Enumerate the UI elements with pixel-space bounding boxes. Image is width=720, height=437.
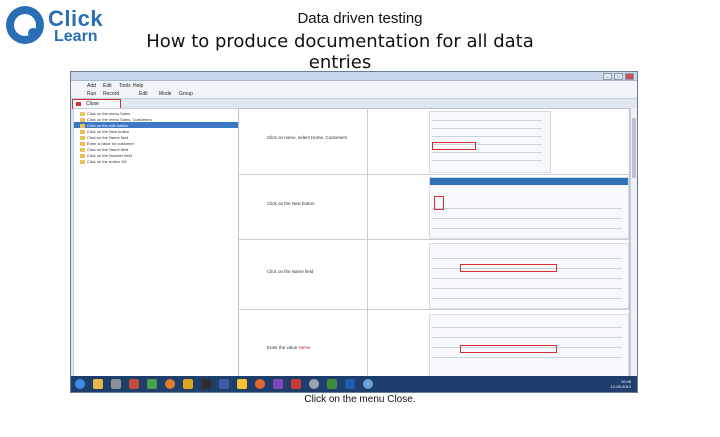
minimize-icon[interactable]: – <box>603 73 612 80</box>
close-menu-label: Close <box>86 101 99 107</box>
tree-item-selected[interactable]: Click on the edit button <box>80 123 128 128</box>
app-icon[interactable] <box>111 379 121 389</box>
app-icon[interactable] <box>129 379 139 389</box>
toolbar-group[interactable]: Group <box>179 91 193 97</box>
start-button-icon[interactable] <box>75 379 85 389</box>
app-icon[interactable] <box>147 379 157 389</box>
highlight-box <box>460 345 557 353</box>
toolbar-mode[interactable]: Mode <box>159 91 172 97</box>
app-icon[interactable] <box>219 379 229 389</box>
application-screenshot: – □ Add Edit Tools Help Run Record Edit … <box>70 71 638 393</box>
menu-item-tools[interactable]: Tools <box>119 83 131 89</box>
step-caption: Click on the menu Close. <box>304 394 416 405</box>
explorer-icon[interactable] <box>93 379 103 389</box>
excel-icon[interactable] <box>327 379 337 389</box>
app-icon[interactable] <box>255 379 265 389</box>
doc-screenshot-menu <box>429 111 551 173</box>
menu-item-help[interactable]: Help <box>133 83 143 89</box>
tree-item[interactable]: Click on the New button <box>80 129 129 134</box>
row-divider <box>239 239 629 240</box>
highlight-box <box>432 142 476 150</box>
tree-item[interactable]: Click on the menu Sales, Customers <box>80 117 152 122</box>
tree-item[interactable]: Enter a value for customer <box>80 141 134 146</box>
row-divider <box>239 174 629 175</box>
row-divider <box>239 309 629 310</box>
window-titlebar: – □ <box>71 72 637 81</box>
doc-screenshot-ribbon <box>429 177 629 239</box>
toolbar-edit[interactable]: Edit <box>139 91 148 97</box>
doc-screenshot-entry <box>429 314 629 384</box>
tree-item[interactable]: Click on the menu Sales <box>80 111 130 116</box>
menu-bar: Add Edit Tools Help Run Record Edit Mode… <box>71 81 637 99</box>
app-icon[interactable] <box>345 379 355 389</box>
tree-item[interactable]: Click on the Name field <box>80 147 128 152</box>
tree-item[interactable]: Click on the button OK <box>80 159 127 164</box>
windows-taskbar: 10:45 12-05-2014 <box>71 376 637 392</box>
doc-step-text: Enter the value Name <box>267 345 311 350</box>
app-icon[interactable] <box>363 379 373 389</box>
close-icon <box>76 102 81 106</box>
app-icon[interactable] <box>201 379 211 389</box>
vertical-scrollbar[interactable] <box>630 108 637 383</box>
close-window-icon[interactable] <box>625 73 634 80</box>
slide-title: How to produce documentation for all dat… <box>146 31 534 73</box>
app-icon[interactable] <box>183 379 193 389</box>
toolbar-record[interactable]: Record <box>103 91 119 97</box>
menu-item-edit[interactable]: Edit <box>103 83 112 89</box>
steps-tree: Click on the menu Sales Click on the men… <box>73 108 240 385</box>
tree-item[interactable]: Click on the Name field <box>80 135 128 140</box>
highlight-box <box>434 196 444 210</box>
tree-item[interactable]: Click on the Number field <box>80 153 132 158</box>
browser-icon[interactable] <box>165 379 175 389</box>
doc-step-text: Click on menu, select Home, Customers <box>267 135 348 140</box>
doc-step-text: Click on the New button <box>267 201 315 206</box>
maximize-icon[interactable]: □ <box>614 73 623 80</box>
column-divider <box>367 109 368 384</box>
logo-word-learn: Learn <box>54 28 98 45</box>
window-controls[interactable]: – □ <box>603 73 634 80</box>
documentation-preview: Click on menu, select Home, Customers Cl… <box>238 108 630 385</box>
toolbar-run[interactable]: Run <box>87 91 96 97</box>
app-icon[interactable] <box>309 379 319 389</box>
app-icon[interactable] <box>237 379 247 389</box>
taskbar-clock[interactable]: 10:45 12-05-2014 <box>611 379 631 389</box>
menu-item-add[interactable]: Add <box>87 83 96 89</box>
highlight-box <box>460 264 557 272</box>
app-icon[interactable] <box>291 379 301 389</box>
visual-studio-icon[interactable] <box>273 379 283 389</box>
doc-step-text: Click on the Name field <box>267 269 314 274</box>
slide-subtitle: Data driven testing <box>297 10 423 27</box>
doc-screenshot-form <box>429 243 629 309</box>
